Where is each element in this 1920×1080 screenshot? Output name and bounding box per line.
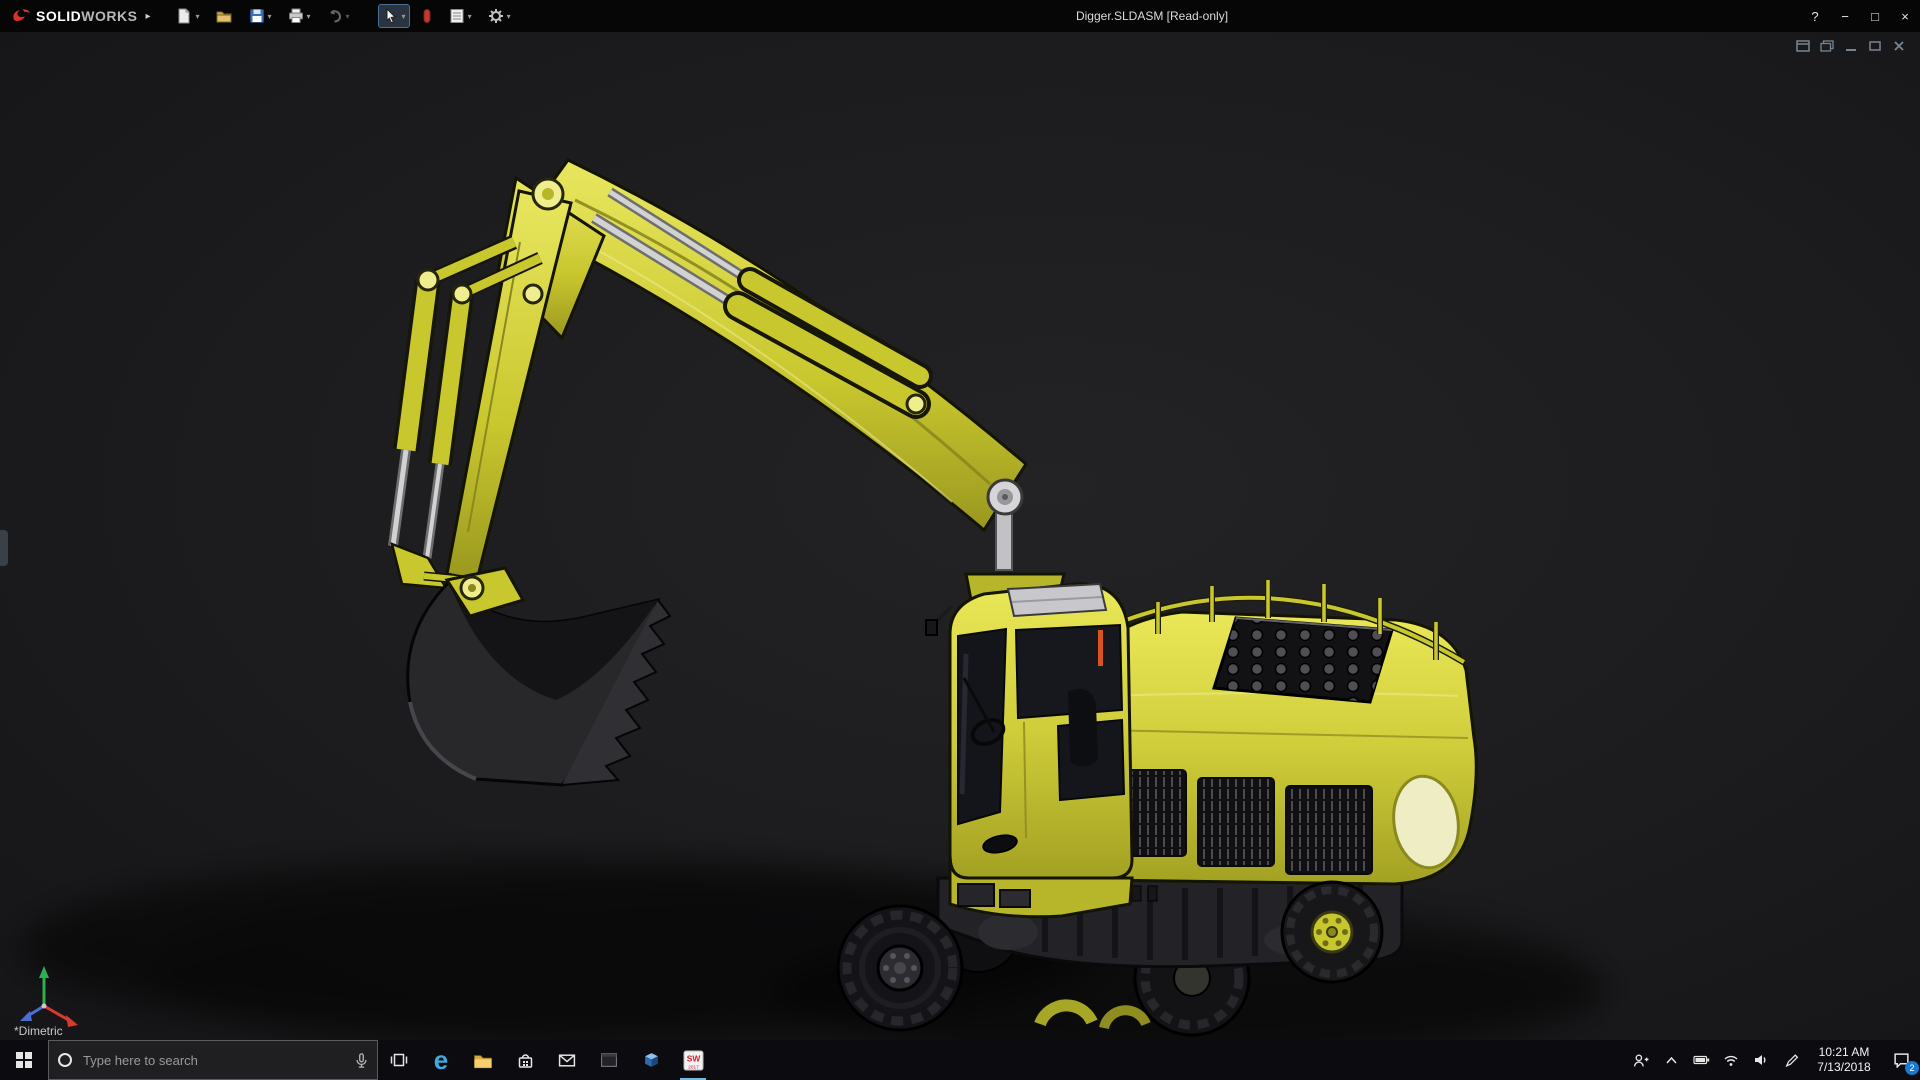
mail-button[interactable] (546, 1040, 588, 1080)
ds-logo-icon (10, 7, 32, 25)
dropdown-caret-icon[interactable]: ▾ (468, 12, 472, 21)
dropdown-caret-icon[interactable]: ▾ (346, 12, 350, 21)
excavator-3d-model (0, 32, 1920, 1040)
new-window-icon[interactable] (1796, 40, 1810, 52)
solidworks-2017-button[interactable]: SW 2017 (672, 1040, 714, 1080)
view-orientation-label: *Dimetric (14, 1024, 63, 1038)
open-folder-icon (215, 7, 233, 25)
solidworks-cube-button[interactable] (630, 1040, 672, 1080)
task-view-icon (390, 1052, 408, 1068)
restore-window-icon[interactable] (1868, 40, 1882, 52)
microphone-icon[interactable] (354, 1052, 369, 1069)
print-button[interactable]: ▾ (284, 5, 314, 27)
file-explorer-button[interactable] (462, 1040, 504, 1080)
wifi-icon (1723, 1054, 1739, 1067)
hidden-icons-button[interactable] (1656, 1040, 1686, 1080)
red-indicator-icon (421, 7, 433, 25)
dropdown-caret-icon[interactable]: ▾ (195, 12, 199, 21)
people-icon (1633, 1053, 1649, 1068)
file-explorer-icon (473, 1052, 493, 1069)
app-window-button[interactable] (588, 1040, 630, 1080)
dropdown-caret-icon[interactable]: ▾ (307, 12, 311, 21)
chevron-up-icon (1665, 1055, 1678, 1065)
svg-text:2017: 2017 (688, 1064, 699, 1070)
cortana-icon (57, 1052, 73, 1068)
edge-button[interactable]: e (420, 1040, 462, 1080)
action-center-button[interactable]: 2 (1882, 1040, 1920, 1080)
clock-time: 10:21 AM (1817, 1045, 1870, 1060)
taskbar-search[interactable] (48, 1040, 378, 1080)
save-floppy-icon (248, 7, 266, 25)
file-properties-button[interactable]: ▾ (445, 5, 475, 27)
properties-sheet-icon (448, 7, 466, 25)
cube-icon (643, 1052, 660, 1068)
taskbar-clock[interactable]: 10:21 AM 7/13/2018 (1806, 1040, 1882, 1080)
graphics-area[interactable]: *Dimetric (0, 32, 1920, 1040)
select-cursor-icon (382, 7, 400, 25)
feature-manager-collapsed-tab[interactable] (0, 530, 8, 566)
minimize-window-icon[interactable] (1844, 40, 1858, 52)
windows-taskbar: e (0, 1040, 1920, 1080)
window-controls: ? − □ × (1800, 0, 1920, 32)
select-tool-button[interactable]: ▾ (379, 5, 409, 27)
open-document-button[interactable] (212, 5, 236, 27)
battery-button[interactable] (1686, 1040, 1716, 1080)
new-document-icon (175, 7, 193, 25)
pen-icon (1784, 1053, 1799, 1068)
people-button[interactable] (1626, 1040, 1656, 1080)
dropdown-caret-icon[interactable]: ▾ (268, 12, 272, 21)
viewport-window-controls (1796, 40, 1906, 52)
battery-icon (1693, 1054, 1710, 1066)
printer-icon (287, 7, 305, 25)
minimize-button[interactable]: − (1830, 0, 1860, 32)
edge-icon: e (434, 1047, 448, 1073)
maximize-button[interactable]: □ (1860, 0, 1890, 32)
clock-date: 7/13/2018 (1817, 1060, 1870, 1075)
window-title: Digger.SLDASM [Read-only] (1076, 9, 1228, 23)
speaker-icon (1753, 1053, 1769, 1067)
rebuild-indicator-button[interactable] (418, 5, 436, 27)
options-button[interactable]: ▾ (484, 5, 514, 27)
quick-access-toolbar: ▾ ▾ ▾ (172, 5, 513, 27)
new-document-button[interactable]: ▾ (172, 5, 202, 27)
search-input[interactable] (81, 1052, 346, 1069)
undo-arrow-icon (326, 7, 344, 25)
store-bag-icon (517, 1052, 534, 1069)
undo-button[interactable]: ▾ (323, 5, 353, 27)
store-button[interactable] (504, 1040, 546, 1080)
gear-icon (487, 7, 505, 25)
solidworks-2017-icon: SW 2017 (683, 1050, 704, 1071)
network-button[interactable] (1716, 1040, 1746, 1080)
titlebar: SOLIDWORKS ▸ ▾ ▾ (0, 0, 1920, 32)
svg-text:SW: SW (686, 1053, 700, 1063)
menu-flyout-arrow-icon[interactable]: ▸ (145, 11, 150, 22)
volume-button[interactable] (1746, 1040, 1776, 1080)
save-button[interactable]: ▾ (245, 5, 275, 27)
cascade-windows-icon[interactable] (1820, 40, 1834, 52)
app-window-icon (600, 1052, 618, 1068)
system-tray: 10:21 AM 7/13/2018 2 (1626, 1040, 1920, 1080)
mail-envelope-icon (558, 1053, 576, 1068)
dropdown-caret-icon[interactable]: ▾ (402, 12, 406, 21)
brand-text-solid: SOLID (36, 8, 81, 24)
windows-ink-button[interactable] (1776, 1040, 1806, 1080)
windows-logo-icon (16, 1052, 32, 1068)
task-view-button[interactable] (378, 1040, 420, 1080)
notification-badge: 2 (1905, 1061, 1919, 1075)
help-button[interactable]: ? (1800, 0, 1830, 32)
solidworks-brand: SOLIDWORKS (0, 7, 137, 25)
close-window-icon[interactable] (1892, 40, 1906, 52)
start-button[interactable] (0, 1040, 48, 1080)
dropdown-caret-icon[interactable]: ▾ (507, 12, 511, 21)
close-button[interactable]: × (1890, 0, 1920, 32)
brand-text-works: WORKS (81, 8, 137, 24)
